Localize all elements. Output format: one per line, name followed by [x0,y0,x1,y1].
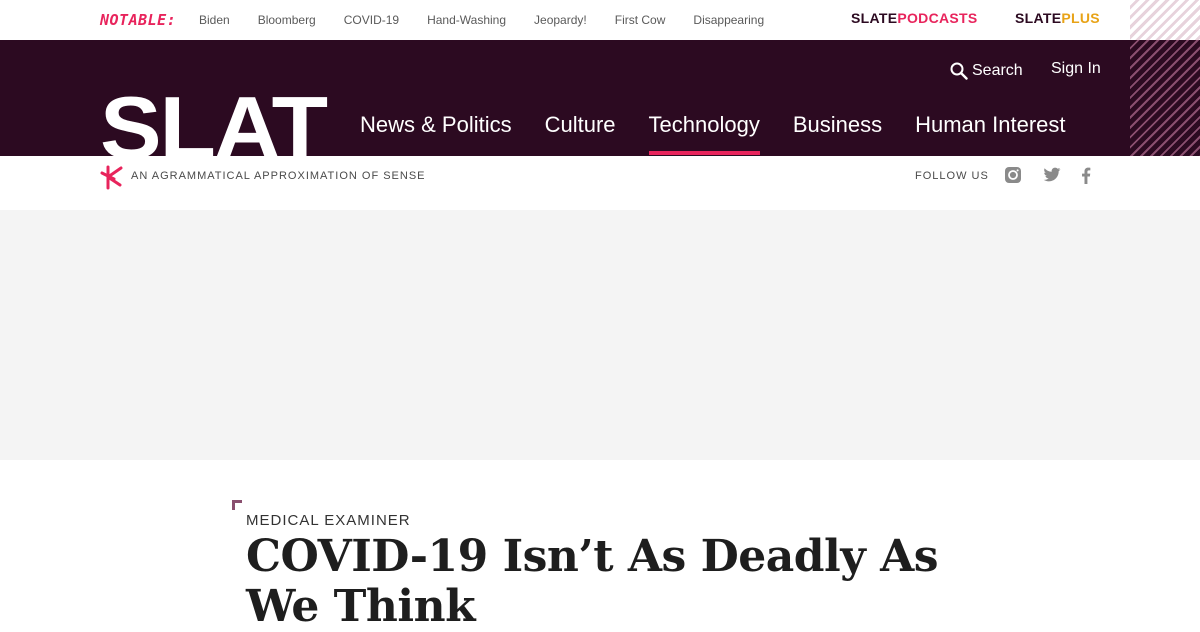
article-kicker[interactable]: Medical Examiner [246,512,411,529]
instagram-icon [1005,167,1021,183]
notable-link-first-cow[interactable]: First Cow [615,13,666,27]
notable-link-covid-19[interactable]: COVID-19 [344,13,399,27]
slate-plus-link[interactable]: SLATEPLUS [1015,10,1100,26]
search-button[interactable]: Search [950,60,1023,82]
slate-podcasts-wordmark-podcasts: PODCASTS [897,10,978,26]
ad-placeholder [0,210,1200,460]
nav-news-politics[interactable]: News & Politics [360,112,512,146]
facebook-link[interactable] [1076,165,1096,185]
twitter-link[interactable] [1042,165,1062,185]
decorative-hatch-top [1130,0,1200,40]
nav-culture[interactable]: Culture [545,112,616,146]
nav-human-interest[interactable]: Human Interest [915,112,1065,146]
decorative-hatch-header [1130,40,1200,156]
notable-label: NOTABLE: [100,11,177,29]
notable-bar: NOTABLE: Biden Bloomberg COVID-19 Hand-W… [0,0,1200,40]
follow-us-label: FOLLOW US [915,170,989,182]
nav-technology[interactable]: Technology [648,112,761,155]
slate-plus-wordmark-slate: SLATE [1015,10,1062,26]
twitter-icon [1043,167,1061,182]
slate-podcasts-wordmark-slate: SLATE [851,10,898,26]
sign-in-button[interactable]: Sign In [1051,60,1101,82]
slate-logo[interactable]: SLATE [100,84,330,156]
nav-business[interactable]: Business [793,112,882,146]
main-nav: News & Politics Culture Technology Busin… [360,112,1099,155]
notable-link-jeopardy[interactable]: Jeopardy! [534,13,587,27]
site-tagline: An agrammatical approximation of sense [131,170,426,182]
instagram-link[interactable] [1003,165,1023,185]
kicker-corner-mark [232,500,242,510]
article-headline: COVID-19 Isn’t As Deadly As We Think [246,531,939,632]
search-icon [950,62,968,80]
facebook-icon [1082,167,1091,184]
search-label: Search [972,62,1023,79]
notable-links: Biden Bloomberg COVID-19 Hand-Washing Je… [199,0,792,40]
slate-podcasts-link[interactable]: SLATEPODCASTS [851,10,978,26]
notable-link-hand-washing[interactable]: Hand-Washing [427,13,506,27]
notable-link-bloomberg[interactable]: Bloomberg [258,13,316,27]
slate-plus-wordmark-plus: PLUS [1061,10,1100,26]
notable-link-biden[interactable]: Biden [199,13,230,27]
slate-logo-text: SLATE [100,84,330,156]
notable-link-disappearing[interactable]: Disappearing [693,13,764,27]
slate-burst-icon [100,165,123,190]
